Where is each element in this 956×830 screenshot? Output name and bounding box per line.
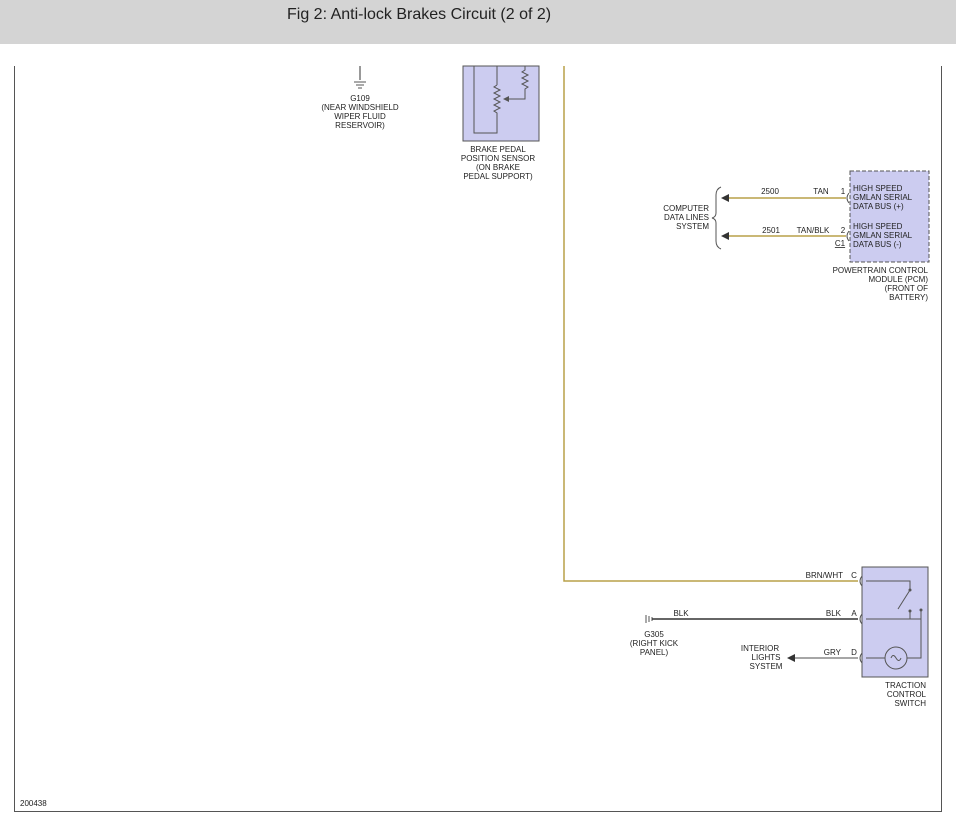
wire-blk-color: BLK [826, 609, 842, 618]
g305-location-2: PANEL) [640, 648, 669, 657]
sensor-label-2: POSITION SENSOR [461, 154, 535, 163]
pcm-pin-1: 1 [841, 187, 846, 196]
wiring-diagram: G109 (NEAR WINDSHIELD WIPER FLUID RESERV… [20, 65, 930, 808]
traction-pin-d: D [851, 648, 857, 657]
pcm-pin-2: 2 [841, 226, 846, 235]
wire-2500-color: TAN [813, 187, 829, 196]
wire-gry-color: GRY [824, 648, 842, 657]
pcm-pin1-label-3: DATA BUS (+) [853, 202, 904, 211]
wire-2500-circuit: 2500 [761, 187, 779, 196]
wire-2501-color: TAN/BLK [797, 226, 830, 235]
pcm-caption-2: MODULE (PCM) [868, 275, 928, 284]
pcm-pin2-label-1: HIGH SPEED [853, 222, 903, 231]
traction-label-2: CONTROL [887, 690, 927, 699]
g109-location-3: RESERVOIR) [335, 121, 385, 130]
figure-code: 200438 [20, 799, 47, 808]
g109-location-1: (NEAR WINDSHIELD [321, 103, 399, 112]
g109-location-2: WIPER FLUID [334, 112, 386, 121]
data-lines-label-1: COMPUTER [663, 204, 709, 213]
traction-pin-a: A [851, 609, 857, 618]
wire-blk-left-color: BLK [673, 609, 689, 618]
traction-label-1: TRACTION [885, 681, 926, 690]
brake-pedal-position-sensor: BRAKE PEDAL POSITION SENSOR (ON BRAKE PE… [461, 65, 540, 181]
pcm-pin1-label-2: GMLAN SERIAL [853, 193, 913, 202]
interior-lights-label-2: LIGHTS [752, 653, 781, 662]
pcm-pin1-label-1: HIGH SPEED [853, 184, 903, 193]
wire-2501-circuit: 2501 [762, 226, 780, 235]
pcm-pin2-label-3: DATA BUS (-) [853, 240, 902, 249]
computer-data-lines: COMPUTER DATA LINES SYSTEM [663, 186, 722, 250]
ground-g109: G109 (NEAR WINDSHIELD WIPER FLUID RESERV… [321, 66, 399, 130]
sensor-label-4: PEDAL SUPPORT) [463, 172, 533, 181]
traction-control-switch: TRACTION CONTROL SWITCH [861, 566, 929, 708]
connector-c1: C1 [835, 239, 846, 248]
pcm-caption-4: BATTERY) [889, 293, 928, 302]
g109-id: G109 [350, 94, 370, 103]
pcm-caption-1: POWERTRAIN CONTROL [833, 266, 929, 275]
pcm-pin2-label-2: GMLAN SERIAL [853, 231, 913, 240]
interior-lights-label-3: SYSTEM [750, 662, 783, 671]
data-lines-label-2: DATA LINES [664, 213, 709, 222]
traction-pin-c: C [851, 571, 857, 580]
wire-2500: 2500 TAN 1 [721, 187, 850, 204]
traction-label-3: SWITCH [894, 699, 926, 708]
sensor-label-3: (ON BRAKE [476, 163, 520, 172]
wire-brn-wht-color: BRN/WHT [806, 571, 843, 580]
pcm-caption-3: (FRONT OF [885, 284, 929, 293]
interior-lights-label-1: INTERIOR [741, 644, 779, 653]
wire-brn-wht [563, 66, 858, 582]
wire-gry: GRY D INTERIOR LIGHTS SYSTEM [741, 644, 863, 671]
sensor-label-1: BRAKE PEDAL [470, 145, 526, 154]
g305-id: G305 [644, 630, 664, 639]
g305-location-1: (RIGHT KICK [630, 639, 679, 648]
data-lines-label-3: SYSTEM [676, 222, 709, 231]
wire-2501: 2501 TAN/BLK 2 C1 [721, 226, 850, 248]
